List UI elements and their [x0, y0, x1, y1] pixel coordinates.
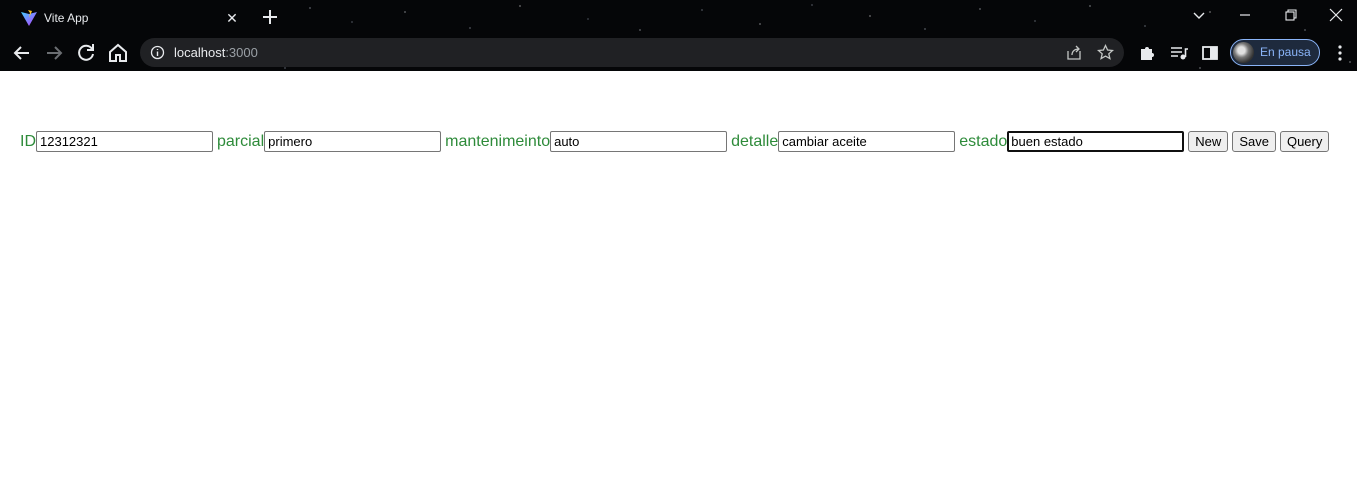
url-host: localhost	[174, 45, 226, 60]
reload-icon[interactable]	[74, 41, 98, 65]
new-tab-icon[interactable]	[260, 7, 280, 27]
url-port: :3000	[225, 45, 258, 60]
minimize-icon[interactable]	[1236, 6, 1254, 24]
query-button[interactable]: Query	[1279, 131, 1330, 152]
browser-menu-icon[interactable]	[1330, 43, 1350, 63]
bookmark-star-icon[interactable]	[1097, 44, 1114, 61]
id-label: ID	[20, 132, 36, 150]
close-window-icon[interactable]	[1327, 6, 1345, 24]
tab-close-icon[interactable]: ✕	[224, 10, 240, 26]
estado-input[interactable]	[1007, 131, 1185, 152]
id-input[interactable]	[36, 131, 213, 152]
extensions-puzzle-icon[interactable]	[1137, 43, 1157, 63]
mantenimiento-input[interactable]	[550, 131, 728, 152]
forward-icon[interactable]	[42, 41, 66, 65]
page-content: ID parcial mantenimeinto detalle estado …	[0, 71, 1357, 477]
avatar	[1233, 42, 1254, 63]
browser-toolbar: localhost:3000 En pausa	[0, 35, 1357, 71]
back-icon[interactable]	[10, 41, 34, 65]
tab-search-chevron-icon[interactable]	[1190, 6, 1208, 24]
vite-logo-icon	[21, 10, 37, 26]
side-panel-icon[interactable]	[1200, 43, 1220, 63]
site-info-icon[interactable]	[150, 45, 165, 60]
home-icon[interactable]	[106, 41, 130, 65]
browser-chrome: Vite App ✕ localhost:3000 En pausa	[0, 0, 1357, 71]
parcial-label: parcial	[217, 132, 265, 150]
tab-title: Vite App	[44, 11, 89, 25]
estado-label: estado	[959, 132, 1008, 150]
url-text[interactable]: localhost:3000	[174, 45, 258, 60]
restore-icon[interactable]	[1282, 6, 1300, 24]
detalle-label: detalle	[731, 132, 779, 150]
parcial-input[interactable]	[264, 131, 442, 152]
profile-status-label: En pausa	[1260, 45, 1311, 59]
detalle-input[interactable]	[778, 131, 956, 152]
media-queue-icon[interactable]	[1169, 43, 1189, 63]
address-bar[interactable]: localhost:3000	[140, 38, 1124, 67]
save-button[interactable]: Save	[1232, 131, 1276, 152]
maintenance-form: ID parcial mantenimeinto detalle estado …	[20, 131, 1330, 152]
mantenimiento-label: mantenimeinto	[445, 132, 551, 150]
share-icon[interactable]	[1066, 45, 1082, 61]
browser-tab[interactable]: Vite App ✕	[8, 4, 248, 34]
new-button[interactable]: New	[1188, 131, 1229, 152]
profile-button[interactable]: En pausa	[1230, 39, 1320, 66]
